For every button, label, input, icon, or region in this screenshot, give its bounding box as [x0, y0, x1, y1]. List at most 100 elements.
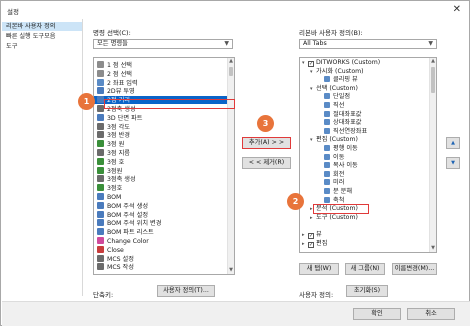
- command-list-item[interactable]: Change Color: [94, 237, 228, 245]
- command-list-item[interactable]: MCS 작성: [94, 263, 228, 271]
- tab-scope-combo[interactable]: All Tabs ▼: [299, 39, 437, 49]
- ribbon-tree-item[interactable]: ▾ ✓ DITWORKS (Custom): [300, 59, 380, 67]
- command-label: 3점 호: [107, 158, 125, 166]
- command-label: 2 점 선택: [107, 70, 132, 78]
- ribbon-tree-item[interactable]: ▸ ✓ 편집: [300, 240, 327, 248]
- command-list-item[interactable]: 1 점 선택: [94, 61, 228, 69]
- ribbon-tree-item[interactable]: 복사 이동: [300, 162, 358, 170]
- add-command-button[interactable]: 추가(A) > >: [242, 137, 291, 149]
- color-icon: [97, 237, 104, 244]
- ribbon-tree-item[interactable]: ▾ 편집 (Custom): [300, 136, 358, 144]
- command-list-item[interactable]: 3점 각도: [94, 122, 228, 131]
- scroll-thumb[interactable]: [229, 67, 233, 76]
- ribbon-tree-item[interactable]: 미러: [300, 179, 344, 187]
- copy-icon: [324, 162, 330, 169]
- ribbon-tree-item[interactable]: ▸ 도구 (Custom): [300, 214, 358, 222]
- command-list-item[interactable]: 3점축 생성: [94, 175, 228, 183]
- command-list-item[interactable]: BOM: [94, 193, 228, 201]
- command-label: 3점 반경: [107, 132, 130, 140]
- custom-shortcut-button[interactable]: 사용자 정의(T)...: [157, 285, 215, 297]
- command-list-item[interactable]: 3점 지름: [94, 149, 228, 157]
- new-group-button[interactable]: 새 그룹(N): [345, 263, 385, 275]
- command-label: 2D뷰 투영: [107, 88, 135, 96]
- scroll-down-icon[interactable]: ▼: [430, 245, 436, 252]
- command-label: 3점 각도: [107, 123, 130, 131]
- dialog-footer: 확인 취소: [2, 301, 470, 326]
- tree-label: 단일점: [333, 93, 351, 101]
- command-list[interactable]: MCS 작성 MCS 설정 Close Change Color BOM 파트 리스트 B…: [93, 57, 235, 275]
- axis-icon: [97, 175, 104, 183]
- tree-label: 도구 (Custom): [316, 213, 358, 221]
- command-list-item[interactable]: BOM 주석 설정: [94, 210, 228, 219]
- extend-icon: [324, 127, 330, 134]
- command-list-item[interactable]: 3점원: [94, 166, 228, 175]
- ribbon-tree-item[interactable]: ▸ ✓ 뷰: [300, 231, 322, 239]
- move-icon: [324, 153, 330, 160]
- remove-command-button[interactable]: < < 제거(R): [242, 157, 291, 169]
- axis-icon: [97, 105, 104, 112]
- command-list-item[interactable]: 2D뷰 투영: [94, 87, 228, 95]
- ribbon-tree-item[interactable]: 평행 이동: [300, 145, 358, 153]
- new-tab-button[interactable]: 새 탭(W): [299, 263, 339, 275]
- command-list-item[interactable]: 2 점 선택: [94, 69, 228, 78]
- tree-label: 상대좌표값: [333, 119, 362, 127]
- command-list-item[interactable]: BOM 주석 생성: [94, 201, 228, 210]
- ribbon-tree-item[interactable]: 단일점: [300, 93, 350, 101]
- nav-item[interactable]: 빠른 실행 도구모음: [2, 32, 82, 41]
- nav-item[interactable]: 도구: [2, 42, 82, 51]
- ribbon-tree-item[interactable]: ▾ 선택 (Custom): [300, 85, 358, 93]
- tree-label: 미러: [333, 179, 345, 187]
- tab-checkbox[interactable]: ✓: [308, 233, 314, 239]
- scroll-down-icon[interactable]: ▼: [228, 267, 234, 274]
- tab-checkbox[interactable]: ✓: [308, 241, 314, 248]
- ribbon-tree-item[interactable]: ▾ 가시화 (Custom): [300, 68, 364, 76]
- move-down-button[interactable]: ▼: [446, 157, 460, 169]
- close-icon[interactable]: ✕: [453, 4, 461, 15]
- command-list-item[interactable]: 3점호: [94, 184, 228, 192]
- command-label: 1 점 선택: [107, 62, 132, 69]
- scroll-up-icon[interactable]: ▲: [228, 58, 234, 65]
- command-list-item[interactable]: 3점 원: [94, 140, 228, 148]
- command-label: MCS 설정: [107, 255, 134, 263]
- ribbon-tree-item[interactable]: 직선연장좌표: [300, 127, 367, 136]
- command-category-combo[interactable]: 모든 명령들 ▼: [93, 39, 233, 49]
- command-list-item[interactable]: 3점 호: [94, 157, 228, 166]
- move-up-button[interactable]: ▲: [446, 137, 460, 149]
- command-label: MCS 작성: [107, 264, 134, 272]
- ribbon-tree-item[interactable]: 이동: [300, 153, 344, 162]
- command-list-item[interactable]: BOM 파트 리스트: [94, 228, 228, 236]
- ribbon-tree-item[interactable]: 회전: [300, 170, 345, 179]
- arc-icon: [97, 184, 104, 192]
- ribbon-tree-item[interactable]: [300, 222, 308, 230]
- rename-button[interactable]: 이름변경(M)...: [392, 263, 437, 275]
- mcs-icon: [97, 263, 104, 271]
- arc-icon: [97, 69, 104, 77]
- ribbon-tree-item[interactable]: 분 분해: [300, 188, 352, 196]
- tree-label: 절대좌표값: [333, 110, 362, 118]
- command-list-item[interactable]: BOM 주석 위치 변경: [94, 219, 228, 227]
- coord-icon: [97, 78, 104, 86]
- arrow-down-icon: ▼: [451, 160, 455, 166]
- command-list-scrollbar[interactable]: ▲ ▼: [227, 58, 234, 274]
- ok-button[interactable]: 확인: [353, 308, 401, 320]
- command-list-item[interactable]: Close: [94, 245, 228, 254]
- highlight-box-distance: [104, 99, 235, 109]
- ribbon-tree-item[interactable]: 클리핑 뷰: [300, 76, 358, 84]
- ribbon-tree-scrollbar[interactable]: ▲ ▼: [429, 58, 436, 252]
- cancel-button[interactable]: 취소: [407, 308, 455, 320]
- reset-button[interactable]: 초기화(S): [346, 285, 388, 297]
- ribbon-tree-item[interactable]: 절대좌표값: [300, 110, 362, 119]
- scroll-up-icon[interactable]: ▲: [430, 58, 436, 65]
- command-list-item[interactable]: 3D 단면 파트: [94, 113, 228, 122]
- ribbon-tree-item[interactable]: 상대좌표값: [300, 119, 361, 127]
- ribbon-tree-item[interactable]: 직선: [300, 102, 344, 110]
- diameter-icon: [97, 149, 104, 156]
- command-list-item[interactable]: 3점 반경: [94, 131, 228, 139]
- ribbon-tree[interactable]: ▸ ✓ 편집 ▸ ✓ 뷰 ▸ 도구 (Custom) ▸ 분석 (Custom) 축척 분 분해 미러 회…: [299, 57, 437, 253]
- command-list-item[interactable]: 2 좌표 입력: [94, 78, 228, 87]
- scroll-thumb[interactable]: [431, 67, 435, 93]
- command-list-item[interactable]: MCS 설정: [94, 254, 228, 263]
- tree-label: 회전: [333, 170, 345, 178]
- tab-checkbox[interactable]: ✓: [308, 61, 314, 67]
- nav-item[interactable]: 리본바 사용자 정의: [2, 22, 82, 31]
